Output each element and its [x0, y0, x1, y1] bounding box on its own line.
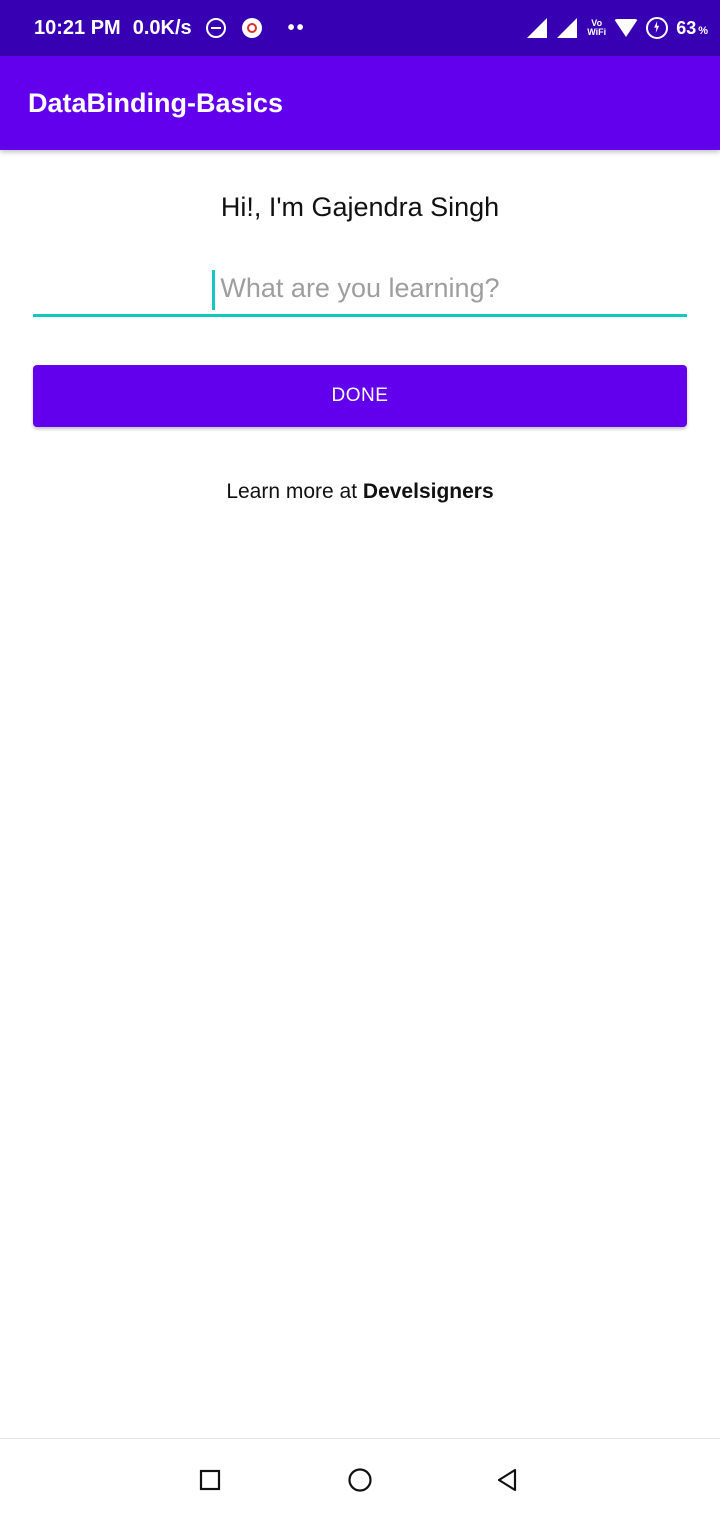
text-cursor	[212, 270, 215, 310]
develsigners-link[interactable]: Develsigners	[363, 480, 494, 503]
status-time: 10:21 PM	[34, 16, 121, 39]
do-not-disturb-icon	[205, 18, 226, 38]
more-notifications-icon: ••	[287, 17, 306, 39]
done-button[interactable]: DONE	[33, 365, 687, 427]
app-title: DataBinding-Basics	[28, 88, 284, 118]
app-notification-icon	[241, 18, 262, 38]
learn-more-text: Learn more at Develsigners	[0, 480, 720, 504]
vowifi-bottom-label: WiFi	[587, 27, 607, 37]
status-right-group: Vo WiFi 63%	[527, 0, 708, 56]
battery-percent-unit: %	[698, 24, 708, 37]
app-bar: DataBinding-Basics	[0, 56, 720, 150]
cell-signal-icon	[527, 18, 549, 38]
learning-input-container	[33, 262, 687, 317]
vowifi-icon: Vo WiFi	[587, 19, 606, 37]
learning-input[interactable]	[33, 262, 687, 317]
back-button[interactable]	[467, 1439, 547, 1520]
app-screen: 10:21 PM 0.0K/s •• Vo WiFi 63% DataBindi…	[0, 0, 720, 1520]
battery-charging-icon	[646, 17, 669, 39]
network-speed: 0.0K/s	[132, 16, 192, 39]
status-bar: 10:21 PM 0.0K/s •• Vo WiFi 63%	[0, 0, 720, 56]
cell-signal-2-icon	[557, 18, 579, 38]
navigation-bar	[0, 1438, 720, 1520]
greeting-text: Hi!, I'm Gajendra Singh	[220, 192, 500, 222]
battery-percent: 63%	[676, 18, 708, 39]
learn-more-prefix: Learn more at	[226, 480, 363, 503]
recents-button[interactable]	[170, 1439, 250, 1520]
battery-percent-value: 63	[676, 17, 697, 38]
wifi-icon	[614, 19, 639, 37]
recents-square-icon	[199, 1469, 221, 1491]
status-left-group: 10:21 PM 0.0K/s ••	[34, 0, 306, 56]
home-button[interactable]	[320, 1439, 400, 1520]
home-circle-icon	[348, 1468, 372, 1492]
back-triangle-icon	[497, 1468, 517, 1492]
